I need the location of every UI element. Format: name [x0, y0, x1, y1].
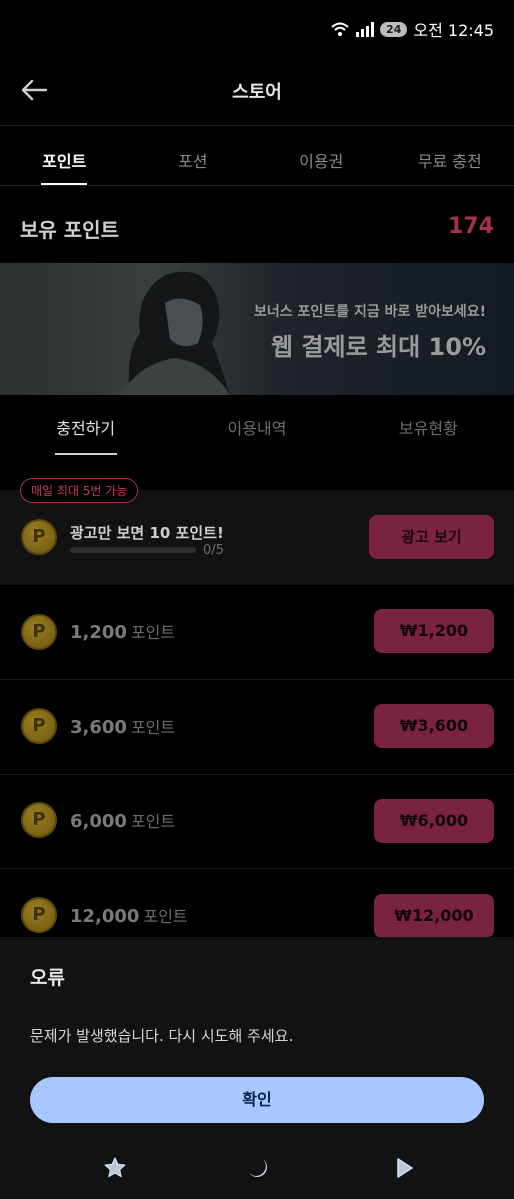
banner-subtitle: 보너스 포인트를 지금 바로 받아보세요!: [254, 304, 486, 320]
ad-progress-bar: [70, 547, 196, 553]
confirm-button[interactable]: 확인: [30, 1077, 484, 1123]
ad-reward-title: 광고만 보면 10 포인트!: [70, 524, 224, 542]
dialog-message: 문제가 발생했습니다. 다시 시도해 주세요.: [30, 1027, 294, 1045]
owned-points-value: 174: [448, 214, 494, 239]
signal-icon: [356, 21, 375, 37]
character-illustration: [120, 271, 230, 395]
tab-pass[interactable]: 이용권: [257, 126, 386, 185]
subtab-holdings[interactable]: 보유현황: [343, 395, 514, 455]
owned-points-label: 보유 포인트: [20, 218, 119, 242]
error-dialog: 오류 문제가 발생했습니다. 다시 시도해 주세요. 확인: [0, 937, 514, 1199]
battery-indicator: 24: [380, 21, 408, 37]
buy-button[interactable]: ₩3,600: [374, 704, 494, 748]
tab-free-charge[interactable]: 무료 충전: [386, 126, 514, 185]
point-coin-icon: P: [21, 897, 57, 933]
tab-potion[interactable]: 포션: [129, 126, 258, 185]
point-coin-icon: P: [21, 802, 57, 838]
banner-headline: 웹 결제로 최대 10%: [271, 333, 486, 361]
star-icon[interactable]: [102, 1155, 128, 1181]
clock: 오전 12:45: [413, 21, 494, 40]
status-icons: 24 오전 12:45: [330, 17, 494, 41]
status-bar: 24 오전 12:45: [0, 0, 514, 56]
subtab-charge[interactable]: 충전하기: [0, 395, 171, 455]
product-amount: 12,000 포인트: [70, 906, 188, 927]
subtab-history[interactable]: 이용내역: [171, 395, 342, 455]
buy-button[interactable]: ₩1,200: [374, 609, 494, 653]
store-tabs: 포인트 포션 이용권 무료 충전: [0, 126, 514, 186]
promo-banner[interactable]: 보너스 포인트를 지금 바로 받아보세요! 웹 결제로 최대 10%: [0, 263, 514, 395]
play-icon[interactable]: [391, 1155, 417, 1181]
product-amount: 3,600 포인트: [70, 717, 176, 738]
buy-button[interactable]: ₩12,000: [374, 894, 494, 938]
daily-limit-badge: 매일 최대 5번 가능: [20, 478, 139, 503]
product-amount: 6,000 포인트: [70, 811, 176, 832]
dialog-title: 오류: [30, 967, 65, 989]
page-title: 스토어: [232, 82, 282, 103]
product-row: P 3,600 포인트 ₩3,600: [0, 680, 514, 775]
tab-points[interactable]: 포인트: [0, 126, 129, 185]
point-coin-icon: P: [21, 519, 57, 555]
product-row: P 6,000 포인트 ₩6,000: [0, 774, 514, 869]
ad-progress-text: 0/5: [203, 543, 224, 558]
product-row: P 1,200 포인트 ₩1,200: [0, 585, 514, 680]
point-coin-icon: P: [21, 614, 57, 650]
watch-ad-button[interactable]: 광고 보기: [369, 515, 494, 559]
product-amount: 1,200 포인트: [70, 622, 176, 643]
wifi-icon: [331, 22, 349, 36]
moon-icon[interactable]: [245, 1155, 271, 1181]
buy-button[interactable]: ₩6,000: [374, 799, 494, 843]
owned-points-row: 보유 포인트 174: [0, 186, 514, 264]
app-header: 스토어: [0, 56, 514, 126]
charge-subtabs: 충전하기 이용내역 보유현황: [0, 395, 514, 455]
point-coin-icon: P: [21, 708, 57, 744]
